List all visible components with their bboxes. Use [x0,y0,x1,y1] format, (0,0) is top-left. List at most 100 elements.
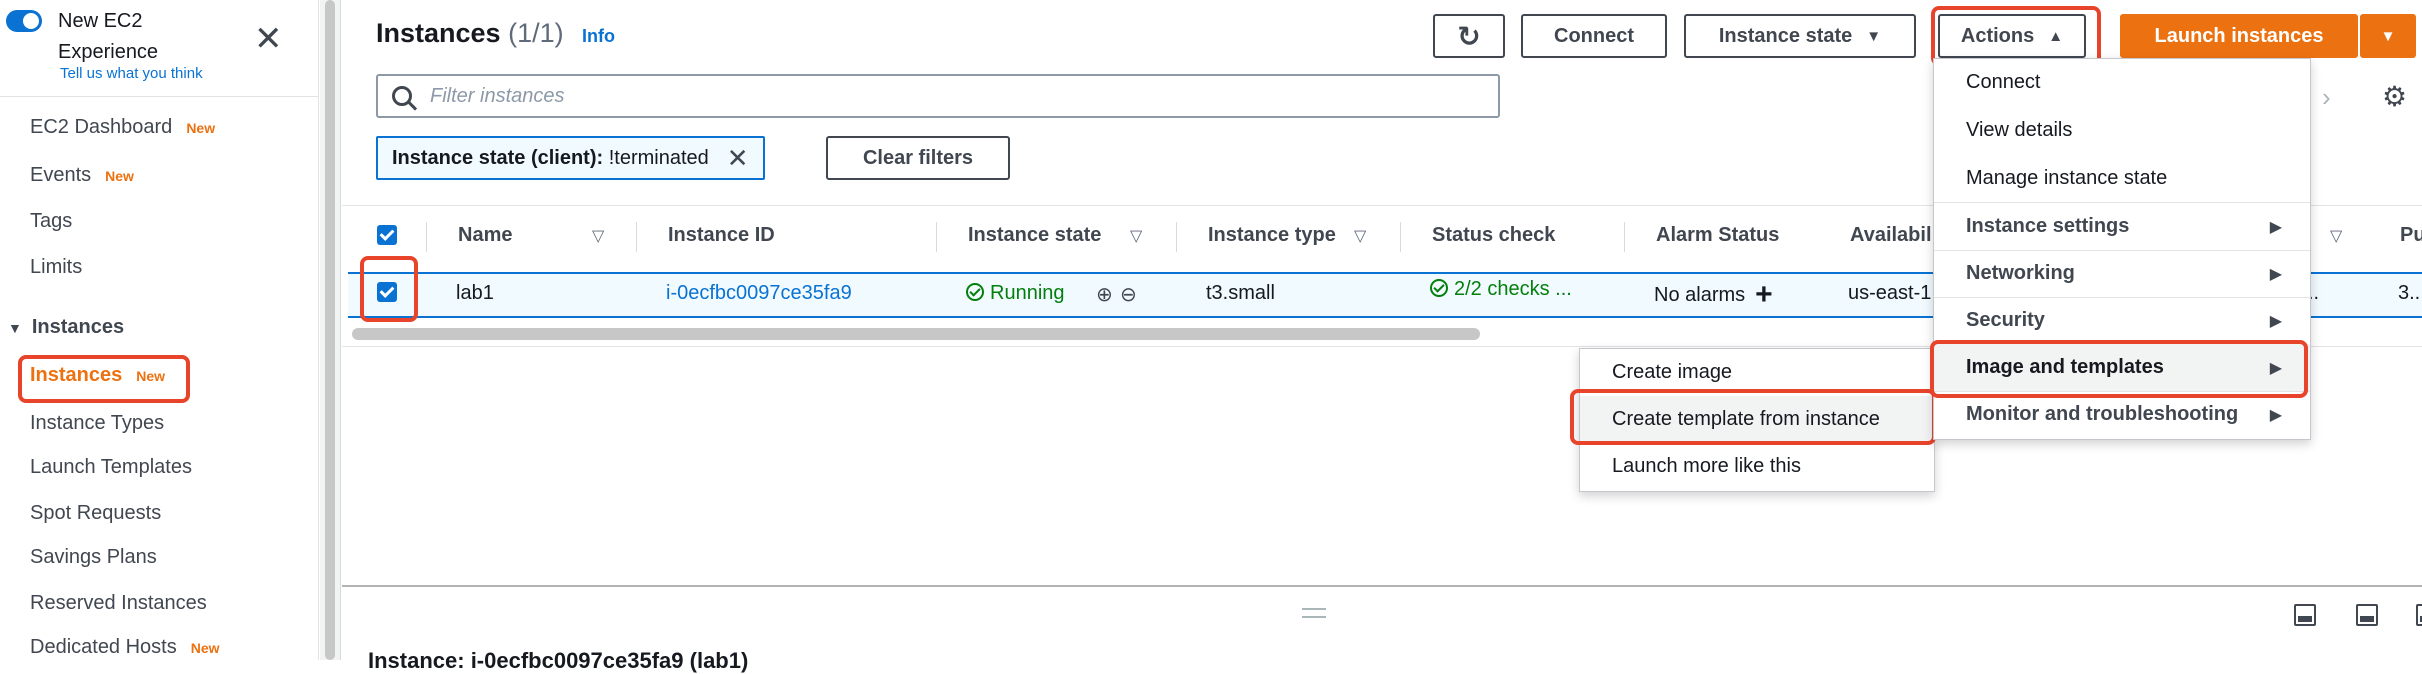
new-badge: New [190,640,220,656]
submenu-arrow-icon: ▶ [2269,218,2282,236]
menu-item-networking[interactable]: Networking ▶ [1934,250,2310,297]
drag-handle-icon[interactable] [1302,608,1326,618]
split-panel-divider[interactable] [342,585,2422,587]
row-checkbox[interactable] [377,282,397,302]
sidebar-item-label: Tags [30,210,73,232]
actions-button[interactable]: Actions ▲ [1938,14,2086,58]
sidebar-item-label: Events [30,164,92,186]
sidebar-item-ec2-dashboard[interactable]: EC2 Dashboard New [30,116,215,139]
column-separator [636,222,637,252]
sidebar-item-launch-templates[interactable]: Launch Templates [30,456,192,479]
caret-down-icon: ▼ [2380,27,2396,45]
sidebar-item-label: Limits [30,256,83,278]
sidebar-item-instance-types[interactable]: Instance Types [30,412,164,435]
cell-public: 3.. [2398,282,2421,304]
column-separator [1400,222,1401,252]
feedback-link[interactable]: Tell us what you think [60,65,203,82]
new-badge: New [186,120,216,136]
caret-down-icon: ▼ [1866,27,1882,45]
clear-filters-button[interactable]: Clear filters [826,136,1010,180]
column-separator [936,222,937,252]
launch-instances-button[interactable]: Launch instances [2120,14,2358,58]
sidebar-item-savings-plans[interactable]: Savings Plans [30,546,157,569]
menu-item-view-details[interactable]: View details [1934,107,2310,154]
column-separator [426,222,427,252]
sort-icon[interactable]: ▽ [1130,226,1142,246]
sidebar-item-label: EC2 Dashboard [30,116,173,138]
next-page-icon[interactable]: › [2322,82,2331,113]
menu-item-label: Networking [1966,262,2075,284]
remove-filter-icon[interactable]: ✕ [727,143,749,174]
menu-item-manage-instance-state[interactable]: Manage instance state [1934,155,2310,202]
cell-availability-zone: us-east-1 [1848,282,1932,304]
sidebar-item-reserved-instances[interactable]: Reserved Instances [30,592,207,615]
sort-icon[interactable]: ▽ [2330,226,2342,246]
column-header-instance-state[interactable]: Instance state [968,224,1101,247]
sidebar: New EC2 Experience Tell us what you thin… [0,0,319,660]
select-all-checkbox[interactable] [377,225,397,245]
refresh-button[interactable]: ↻ [1433,14,1505,58]
submenu-arrow-icon: ▶ [2269,406,2282,424]
filter-value: !terminated [608,146,709,169]
zoom-out-icon[interactable]: ⊖ [1120,282,1137,307]
cell-instance-type: t3.small [1206,282,1275,304]
highlight-box [1570,389,1936,445]
sort-icon[interactable]: ▽ [592,226,604,246]
filter-instances-input[interactable]: Filter instances [376,74,1500,118]
panel-bottom-icon[interactable] [2294,604,2316,626]
info-link[interactable]: Info [582,26,615,47]
menu-item-security[interactable]: Security ▶ [1934,297,2310,344]
alarm-label: No alarms [1654,284,1746,306]
sidebar-item-label: Instance Types [30,412,165,434]
sidebar-item-label: Dedicated Hosts [30,636,177,658]
column-header-status-check[interactable]: Status check [1432,224,1555,247]
new-badge: New [136,368,166,384]
success-icon [966,283,984,301]
sidebar-section-instances[interactable]: ▼ Instances [8,316,124,339]
scrollbar-thumb[interactable] [325,0,335,660]
column-header-name[interactable]: Name [458,224,512,247]
gear-icon[interactable]: ⚙ [2382,80,2407,113]
zoom-in-icon[interactable]: ⊕ [1096,282,1113,307]
sidebar-divider [0,96,318,97]
menu-item-launch-more-like-this[interactable]: Launch more like this [1580,443,1934,490]
new-badge: New [105,168,134,184]
panel-full-icon[interactable] [2416,604,2422,626]
cell-instance-state: Running [966,282,1065,305]
sidebar-item-spot-requests[interactable]: Spot Requests [30,502,161,525]
launch-instances-dropdown[interactable]: ▼ [2360,14,2416,58]
column-separator [1176,222,1177,252]
details-panel-title: Instance: i-0ecfbc0097ce35fa9 (lab1) [368,648,749,673]
filter-token: Instance state (client): !terminated ✕ [376,136,765,180]
success-icon [1430,279,1448,297]
column-header-public[interactable]: Pu [2400,224,2422,247]
cell-status-check[interactable]: 2/2 checks ... [1430,278,1572,301]
horizontal-scrollbar[interactable] [352,328,1480,340]
sidebar-item-events[interactable]: Events New [30,164,134,187]
actions-label: Actions [1960,24,2035,47]
add-alarm-icon[interactable]: + [1755,278,1773,311]
sidebar-item-tags[interactable]: Tags [30,210,72,233]
column-header-availability[interactable]: Availabil [1850,224,1932,247]
panel-side-icon[interactable] [2356,604,2378,626]
new-experience-toggle[interactable] [6,10,42,32]
column-header-instance-type[interactable]: Instance type [1208,224,1336,247]
column-header-alarm-status[interactable]: Alarm Status [1656,224,1779,247]
sidebar-item-instances[interactable]: Instances New [30,364,165,387]
instance-state-button[interactable]: Instance state ▼ [1684,14,1916,58]
menu-item-connect[interactable]: Connect [1934,59,2310,106]
page-title: Instances (1/1) [376,18,564,49]
page-title-text: Instances [376,18,501,48]
sidebar-item-dedicated-hosts[interactable]: Dedicated Hosts New [30,636,220,659]
highlight-box [1930,340,2308,398]
connect-button[interactable]: Connect [1521,14,1667,58]
sidebar-item-label: Instances [30,364,123,386]
sidebar-item-limits[interactable]: Limits [30,256,82,279]
close-icon[interactable]: ✕ [254,22,283,56]
sidebar-scrollbar[interactable] [320,0,341,660]
menu-item-instance-settings[interactable]: Instance settings ▶ [1934,203,2310,250]
column-header-instance-id[interactable]: Instance ID [668,224,775,247]
sort-icon[interactable]: ▽ [1354,226,1366,246]
cell-instance-id-link[interactable]: i-0ecfbc0097ce35fa9 [666,282,852,305]
menu-item-monitor-and-troubleshooting[interactable]: Monitor and troubleshooting ▶ [1934,391,2310,438]
